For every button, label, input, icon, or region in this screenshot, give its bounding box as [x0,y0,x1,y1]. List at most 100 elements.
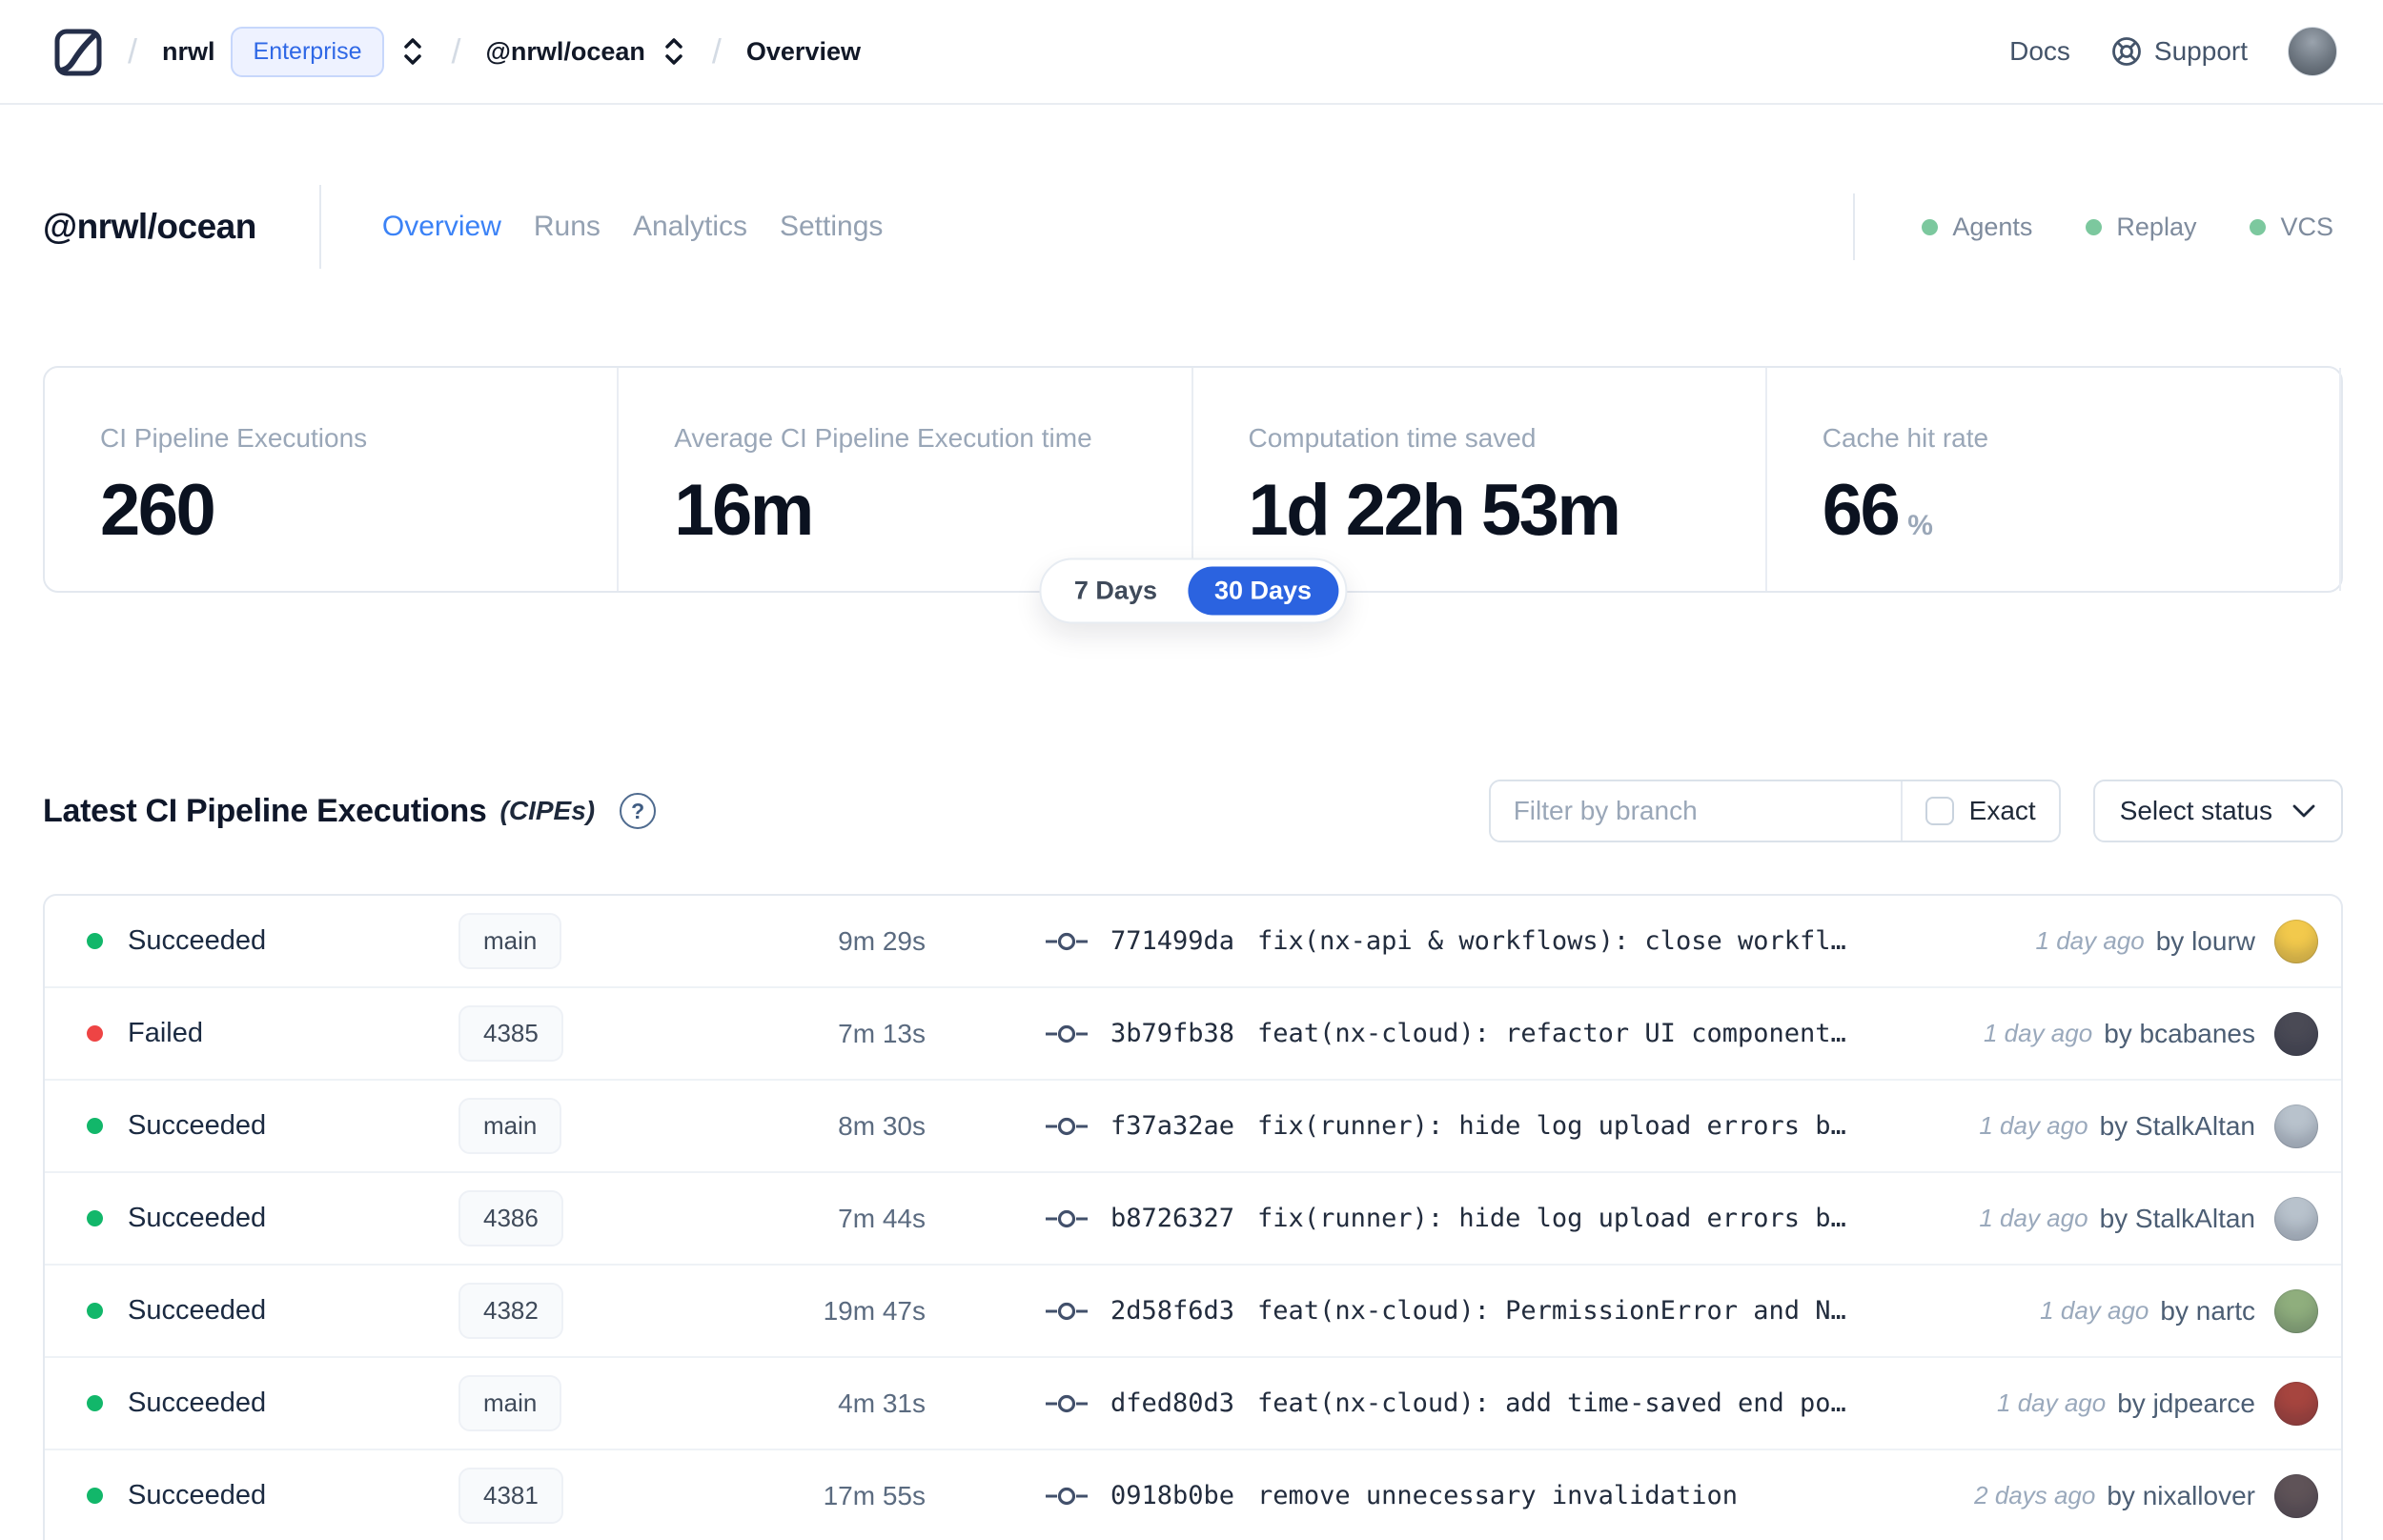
cipe-row[interactable]: Failed 4385 7m 13s 3b79fb38 feat(nx-clou… [45,988,2341,1081]
cipe-row[interactable]: Succeeded 4382 19m 47s 2d58f6d3 feat(nx-… [45,1266,2341,1358]
git-commit-icon [1046,1484,1088,1509]
integration-replay[interactable]: Replay [2086,213,2196,242]
tab-overview[interactable]: Overview [382,211,501,243]
exact-checkbox[interactable] [1925,797,1954,825]
breadcrumb-workspace[interactable]: @nrwl/ocean [486,35,687,68]
branch-badge[interactable]: main [458,1098,562,1154]
branch-badge[interactable]: 4385 [458,1005,563,1062]
commit-cell: 0918b0be remove unnecessary invalidation [1046,1481,1974,1510]
commit-hash[interactable]: 0918b0be [1110,1481,1234,1510]
time-ago: 1 day ago [2040,1296,2149,1325]
integration-vcs[interactable]: VCS [2250,213,2333,242]
tab-settings[interactable]: Settings [780,211,883,243]
commit-hash[interactable]: b8726327 [1110,1204,1234,1233]
cipe-row[interactable]: Succeeded main 9m 29s 771499da fix(nx-ap… [45,896,2341,988]
status-dot-icon [87,1118,103,1134]
stat-label: Computation time saved [1248,423,1537,453]
org-switcher-chevron-icon[interactable] [399,35,426,68]
commit-hash[interactable]: f37a32ae [1110,1111,1234,1141]
author-avatar[interactable] [2274,919,2318,963]
branch-cell: 4381 [458,1468,697,1524]
status-cell: Succeeded [87,1388,458,1419]
cipes-table: Succeeded main 9m 29s 771499da fix(nx-ap… [43,894,2343,1540]
branch-badge[interactable]: 4381 [458,1468,563,1524]
branch-badge[interactable]: 4382 [458,1283,563,1339]
branch-filter-input[interactable] [1490,781,1901,841]
range-7-days[interactable]: 7 Days [1048,567,1184,616]
stat-suffix: % [1907,510,1933,541]
status-label: Succeeded [128,925,267,956]
help-icon[interactable]: ? [620,793,657,829]
time-ago: 1 day ago [1983,1019,2093,1047]
support-label: Support [2153,36,2248,66]
tab-analytics[interactable]: Analytics [633,211,747,243]
commit-hash[interactable]: dfed80d3 [1110,1388,1234,1418]
stat-value: 16m [674,470,814,551]
breadcrumb-slash: / [128,31,138,71]
author-avatar[interactable] [2274,1011,2318,1056]
stat-card-cache-hit: Cache hit rate 66% [1767,368,2341,591]
commit-hash[interactable]: 2d58f6d3 [1110,1296,1234,1326]
branch-cell: 4386 [458,1190,697,1246]
docs-link[interactable]: Docs [2009,36,2070,67]
commit-cell: 771499da fix(nx-api & workflows): close … [1046,926,2036,956]
meta-cell: 2 days ago by nixallover [1974,1473,2318,1518]
enterprise-badge: Enterprise [230,26,385,77]
stat-value: 1d 22h 53m [1248,470,1622,551]
time-ago: 1 day ago [1979,1111,2088,1140]
user-avatar[interactable] [2288,27,2337,76]
branch-badge[interactable]: 4386 [458,1190,563,1246]
range-30-days[interactable]: 30 Days [1187,566,1339,616]
lifebuoy-icon [2110,35,2143,68]
branch-badge[interactable]: main [458,1375,562,1431]
cipe-row[interactable]: Succeeded main 8m 30s f37a32ae fix(runne… [45,1081,2341,1173]
status-select[interactable]: Select status [2092,780,2343,842]
commit-hash[interactable]: 771499da [1110,926,1234,956]
breadcrumb-org[interactable]: nrwl Enterprise [162,26,426,77]
author: by bcabanes [2104,1018,2255,1048]
top-bar-right: Docs Support [2009,27,2337,76]
stats-cards: CI Pipeline Executions 260 Average CI Pi… [43,366,2343,624]
exact-toggle[interactable]: Exact [1900,781,2059,841]
status-dot-icon [2086,218,2103,235]
commit-hash[interactable]: 3b79fb38 [1110,1019,1234,1048]
author: by lourw [2155,925,2255,956]
workspace-switcher-chevron-icon[interactable] [661,35,687,68]
commit-message: feat(nx-cloud): add time-saved end po… [1257,1388,1846,1418]
author-avatar[interactable] [2274,1104,2318,1148]
status-dot-icon [87,933,103,949]
meta-cell: 1 day ago by lourw [2036,919,2318,963]
cipes-filters: Exact Select status [1488,780,2343,842]
integration-agents[interactable]: Agents [1922,213,2032,242]
stat-label: Average CI Pipeline Execution time [674,423,1092,453]
duration: 19m 47s [823,1295,926,1326]
status-select-label: Select status [2119,796,2272,825]
status-cell: Succeeded [87,1110,458,1142]
author-avatar[interactable] [2274,1196,2318,1241]
branch-badge[interactable]: main [458,913,562,969]
status-cell: Succeeded [87,1295,458,1327]
integration-label: VCS [2280,212,2333,241]
duration: 4m 31s [838,1388,926,1418]
cipe-row[interactable]: Succeeded 4386 7m 44s b8726327 fix(runne… [45,1173,2341,1266]
author-avatar[interactable] [2274,1381,2318,1426]
org-name[interactable]: nrwl [162,37,215,67]
tab-runs[interactable]: Runs [534,211,601,243]
cipe-row[interactable]: Succeeded 4381 17m 55s 0918b0be remove u… [45,1450,2341,1540]
author: by nixallover [2107,1480,2255,1510]
commit-message: fix(runner): hide log upload errors b… [1257,1111,1846,1141]
workspace-name[interactable]: @nrwl/ocean [486,37,645,67]
cipe-row[interactable]: Succeeded main 4m 31s dfed80d3 feat(nx-c… [45,1358,2341,1450]
integration-label: Replay [2116,212,2197,241]
author: by jdpearce [2117,1388,2255,1418]
cipe-rows: Succeeded main 9m 29s 771499da fix(nx-ap… [45,896,2341,1540]
duration: 7m 13s [838,1018,926,1048]
stat-value: 66% [1822,470,1933,551]
support-link[interactable]: Support [2110,35,2248,68]
status-label: Succeeded [128,1203,267,1233]
status-cell: Succeeded [87,1480,458,1511]
branch-cell: main [458,913,697,969]
nx-cloud-logo-icon[interactable] [53,25,103,78]
author-avatar[interactable] [2274,1473,2318,1518]
author-avatar[interactable] [2274,1288,2318,1333]
